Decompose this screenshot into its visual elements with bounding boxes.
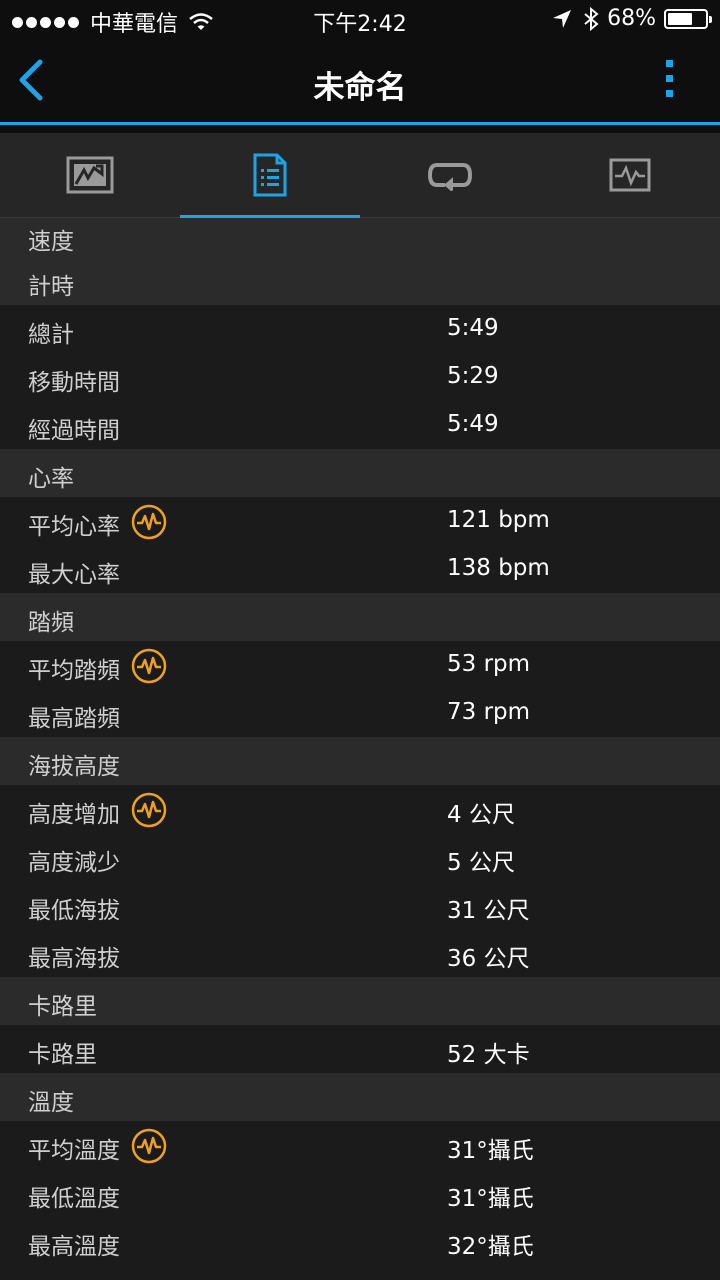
section-header: 踏頻: [0, 593, 720, 641]
stat-label-wrap: 最高溫度: [28, 1227, 120, 1261]
section-header: 溫度: [0, 1073, 720, 1121]
stat-label: 高度減少: [28, 850, 120, 876]
section-header-label: 卡路里: [28, 994, 97, 1020]
tab-charts[interactable]: [540, 133, 720, 217]
stat-label: 總計: [28, 322, 74, 348]
stat-row: 最高踏頻 73 rpm: [0, 689, 720, 737]
stat-value: 32°攝氏: [447, 1234, 534, 1260]
stat-label: 平均心率: [28, 514, 120, 540]
stat-value: 52 大卡: [447, 1042, 530, 1068]
section-header-label: 心率: [28, 466, 74, 492]
stat-row: 高度增加 4 公尺: [0, 785, 720, 833]
laps-icon: [427, 163, 473, 191]
section-header-label: 踏頻: [28, 610, 74, 636]
activity-pulse-icon[interactable]: [130, 791, 168, 829]
nav-spacer: [0, 125, 720, 133]
stat-row: 總計 5:49: [0, 305, 720, 353]
activity-pulse-icon[interactable]: [130, 1127, 168, 1165]
stat-row: 卡路里 52 大卡: [0, 1025, 720, 1073]
battery-percent: 68%: [607, 6, 656, 31]
stat-value: 31°攝氏: [447, 1186, 534, 1212]
stat-value: 73 rpm: [447, 699, 531, 725]
stat-value: 53 rpm: [447, 651, 531, 677]
stat-label: 經過時間: [28, 418, 120, 444]
stat-row: 最低海拔 31 公尺: [0, 881, 720, 929]
stat-label: 平均溫度: [28, 1138, 120, 1164]
stat-row: 平均踏頻 53 rpm: [0, 641, 720, 689]
stat-value: 5:49: [447, 411, 499, 437]
stat-label: 卡路里: [28, 1042, 97, 1068]
tab-laps[interactable]: [360, 133, 540, 217]
section-header: 海拔高度: [0, 737, 720, 785]
battery-icon: [664, 8, 712, 29]
stat-row: 最低溫度 31°攝氏: [0, 1169, 720, 1217]
stat-row: 平均溫度 31°攝氏: [0, 1121, 720, 1169]
stat-label-wrap: 最高踏頻: [28, 699, 120, 733]
navigation-bar: 未命名: [0, 40, 720, 122]
stat-value: 36 公尺: [447, 946, 530, 972]
stat-label: 最低海拔: [28, 898, 120, 924]
section-header-label: 海拔高度: [28, 754, 120, 780]
stat-label: 最低溫度: [28, 1186, 120, 1212]
stat-label-wrap: 總計: [28, 315, 74, 349]
stat-label-wrap: 平均踏頻: [28, 648, 168, 685]
stat-value: 121 bpm: [447, 507, 550, 533]
bluetooth-icon: [584, 6, 599, 31]
stat-label: 最高踏頻: [28, 706, 120, 732]
stat-value: 138 bpm: [447, 555, 550, 581]
section-header: 計時: [0, 257, 720, 305]
stat-label-wrap: 最低溫度: [28, 1179, 120, 1213]
more-options-icon[interactable]: [664, 60, 676, 104]
stat-label-wrap: 最高海拔: [28, 939, 120, 973]
stat-label-wrap: 平均心率: [28, 504, 168, 541]
stat-row: 最高海拔 36 公尺: [0, 929, 720, 977]
stats-list: 速度計時總計 5:49 移動時間 5:29 經過時間 5:49 心率平均心率 121 bpm 最…: [0, 218, 720, 1265]
stat-row: 最高溫度 32°攝氏: [0, 1217, 720, 1265]
stat-row: 最大心率 138 bpm: [0, 545, 720, 593]
stat-label-wrap: 最大心率: [28, 555, 120, 589]
page-title: 未命名: [313, 70, 407, 106]
stat-label-wrap: 高度增加: [28, 792, 168, 829]
tab-bar: [0, 133, 720, 218]
stat-label-wrap: 移動時間: [28, 363, 120, 397]
stat-label: 最高海拔: [28, 946, 120, 972]
location-arrow-icon: [553, 9, 572, 28]
stat-value: 4 公尺: [447, 802, 515, 828]
details-icon: [253, 153, 287, 197]
chart-icon: [609, 158, 651, 192]
activity-pulse-icon[interactable]: [130, 647, 168, 685]
stat-row: 平均心率 121 bpm: [0, 497, 720, 545]
stat-value: 5:29: [447, 363, 499, 389]
stat-value: 31 公尺: [447, 898, 530, 924]
section-header-label: 溫度: [28, 1090, 74, 1116]
stat-row: 經過時間 5:49: [0, 401, 720, 449]
section-header: 卡路里: [0, 977, 720, 1025]
tab-details[interactable]: [180, 133, 360, 218]
stat-value: 31°攝氏: [447, 1138, 534, 1164]
stat-label: 移動時間: [28, 370, 120, 396]
tab-map[interactable]: [0, 133, 180, 217]
activity-pulse-icon[interactable]: [130, 503, 168, 541]
stat-value: 5 公尺: [447, 850, 515, 876]
stat-label: 最高溫度: [28, 1234, 120, 1260]
stat-label: 高度增加: [28, 802, 120, 828]
stat-label-wrap: 最低海拔: [28, 891, 120, 925]
map-icon: [66, 156, 114, 194]
status-bar: 中華電信 下午2:42 68%: [0, 0, 720, 40]
stat-row: 高度減少 5 公尺: [0, 833, 720, 881]
stat-label-wrap: 平均溫度: [28, 1128, 168, 1165]
section-header: 速度: [0, 218, 720, 257]
stat-label: 平均踏頻: [28, 658, 120, 684]
section-header-label: 速度: [28, 229, 74, 255]
stat-label-wrap: 高度減少: [28, 843, 120, 877]
stat-label: 最大心率: [28, 562, 120, 588]
stat-row: 移動時間 5:29: [0, 353, 720, 401]
section-header-label: 計時: [28, 274, 74, 300]
stat-label-wrap: 經過時間: [28, 411, 120, 445]
stat-value: 5:49: [447, 315, 499, 341]
section-header: 心率: [0, 449, 720, 497]
stat-label-wrap: 卡路里: [28, 1035, 97, 1069]
